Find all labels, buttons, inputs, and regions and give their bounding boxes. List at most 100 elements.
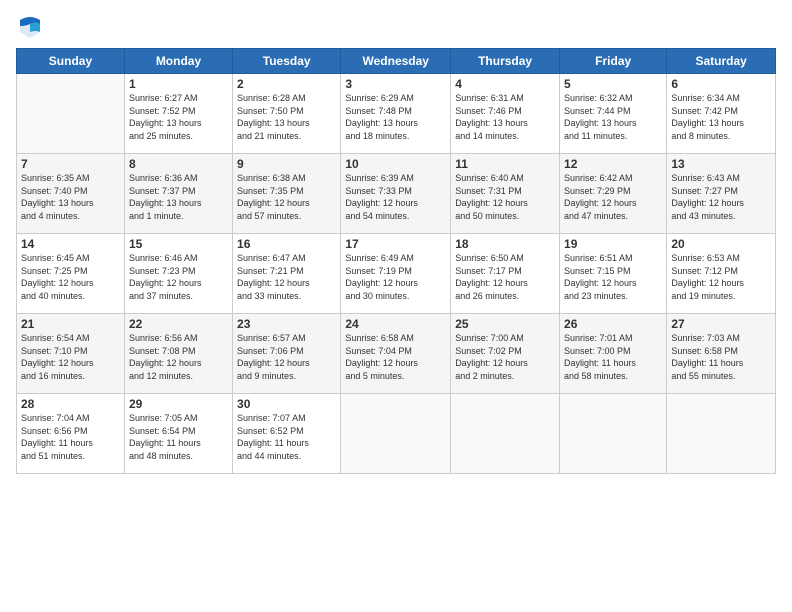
calendar-week-5: 28Sunrise: 7:04 AM Sunset: 6:56 PM Dayli… bbox=[17, 394, 776, 474]
calendar-week-2: 7Sunrise: 6:35 AM Sunset: 7:40 PM Daylig… bbox=[17, 154, 776, 234]
day-number: 20 bbox=[671, 237, 771, 251]
day-info: Sunrise: 6:42 AM Sunset: 7:29 PM Dayligh… bbox=[564, 172, 662, 222]
day-info: Sunrise: 7:03 AM Sunset: 6:58 PM Dayligh… bbox=[671, 332, 771, 382]
day-number: 27 bbox=[671, 317, 771, 331]
day-info: Sunrise: 6:47 AM Sunset: 7:21 PM Dayligh… bbox=[237, 252, 336, 302]
day-number: 8 bbox=[129, 157, 228, 171]
calendar-cell: 15Sunrise: 6:46 AM Sunset: 7:23 PM Dayli… bbox=[124, 234, 232, 314]
day-info: Sunrise: 6:32 AM Sunset: 7:44 PM Dayligh… bbox=[564, 92, 662, 142]
calendar-cell: 30Sunrise: 7:07 AM Sunset: 6:52 PM Dayli… bbox=[233, 394, 341, 474]
calendar-header-row: SundayMondayTuesdayWednesdayThursdayFrid… bbox=[17, 49, 776, 74]
day-number: 25 bbox=[455, 317, 555, 331]
day-header-tuesday: Tuesday bbox=[233, 49, 341, 74]
day-info: Sunrise: 6:45 AM Sunset: 7:25 PM Dayligh… bbox=[21, 252, 120, 302]
day-info: Sunrise: 6:54 AM Sunset: 7:10 PM Dayligh… bbox=[21, 332, 120, 382]
day-info: Sunrise: 6:35 AM Sunset: 7:40 PM Dayligh… bbox=[21, 172, 120, 222]
calendar-week-3: 14Sunrise: 6:45 AM Sunset: 7:25 PM Dayli… bbox=[17, 234, 776, 314]
day-info: Sunrise: 6:34 AM Sunset: 7:42 PM Dayligh… bbox=[671, 92, 771, 142]
day-info: Sunrise: 6:53 AM Sunset: 7:12 PM Dayligh… bbox=[671, 252, 771, 302]
day-number: 7 bbox=[21, 157, 120, 171]
day-info: Sunrise: 6:38 AM Sunset: 7:35 PM Dayligh… bbox=[237, 172, 336, 222]
logo-icon bbox=[16, 12, 44, 40]
calendar-cell: 11Sunrise: 6:40 AM Sunset: 7:31 PM Dayli… bbox=[451, 154, 560, 234]
calendar-week-1: 1Sunrise: 6:27 AM Sunset: 7:52 PM Daylig… bbox=[17, 74, 776, 154]
calendar-cell: 21Sunrise: 6:54 AM Sunset: 7:10 PM Dayli… bbox=[17, 314, 125, 394]
calendar-cell: 26Sunrise: 7:01 AM Sunset: 7:00 PM Dayli… bbox=[560, 314, 667, 394]
day-number: 15 bbox=[129, 237, 228, 251]
calendar-cell: 10Sunrise: 6:39 AM Sunset: 7:33 PM Dayli… bbox=[341, 154, 451, 234]
day-header-wednesday: Wednesday bbox=[341, 49, 451, 74]
calendar-cell: 13Sunrise: 6:43 AM Sunset: 7:27 PM Dayli… bbox=[667, 154, 776, 234]
calendar-cell bbox=[451, 394, 560, 474]
calendar-cell: 7Sunrise: 6:35 AM Sunset: 7:40 PM Daylig… bbox=[17, 154, 125, 234]
calendar-cell: 19Sunrise: 6:51 AM Sunset: 7:15 PM Dayli… bbox=[560, 234, 667, 314]
day-info: Sunrise: 6:39 AM Sunset: 7:33 PM Dayligh… bbox=[345, 172, 446, 222]
day-number: 5 bbox=[564, 77, 662, 91]
calendar-table: SundayMondayTuesdayWednesdayThursdayFrid… bbox=[16, 48, 776, 474]
day-number: 28 bbox=[21, 397, 120, 411]
day-number: 29 bbox=[129, 397, 228, 411]
calendar-cell: 14Sunrise: 6:45 AM Sunset: 7:25 PM Dayli… bbox=[17, 234, 125, 314]
calendar-cell: 12Sunrise: 6:42 AM Sunset: 7:29 PM Dayli… bbox=[560, 154, 667, 234]
calendar-cell: 5Sunrise: 6:32 AM Sunset: 7:44 PM Daylig… bbox=[560, 74, 667, 154]
day-number: 3 bbox=[345, 77, 446, 91]
day-number: 14 bbox=[21, 237, 120, 251]
day-info: Sunrise: 6:28 AM Sunset: 7:50 PM Dayligh… bbox=[237, 92, 336, 142]
day-number: 12 bbox=[564, 157, 662, 171]
day-number: 2 bbox=[237, 77, 336, 91]
day-number: 22 bbox=[129, 317, 228, 331]
calendar-cell bbox=[17, 74, 125, 154]
day-header-monday: Monday bbox=[124, 49, 232, 74]
day-info: Sunrise: 7:01 AM Sunset: 7:00 PM Dayligh… bbox=[564, 332, 662, 382]
calendar-cell: 17Sunrise: 6:49 AM Sunset: 7:19 PM Dayli… bbox=[341, 234, 451, 314]
day-info: Sunrise: 6:27 AM Sunset: 7:52 PM Dayligh… bbox=[129, 92, 228, 142]
calendar-cell: 28Sunrise: 7:04 AM Sunset: 6:56 PM Dayli… bbox=[17, 394, 125, 474]
day-number: 24 bbox=[345, 317, 446, 331]
day-number: 26 bbox=[564, 317, 662, 331]
day-info: Sunrise: 7:00 AM Sunset: 7:02 PM Dayligh… bbox=[455, 332, 555, 382]
day-info: Sunrise: 6:36 AM Sunset: 7:37 PM Dayligh… bbox=[129, 172, 228, 222]
day-info: Sunrise: 6:58 AM Sunset: 7:04 PM Dayligh… bbox=[345, 332, 446, 382]
day-info: Sunrise: 6:56 AM Sunset: 7:08 PM Dayligh… bbox=[129, 332, 228, 382]
page: SundayMondayTuesdayWednesdayThursdayFrid… bbox=[0, 0, 792, 612]
day-info: Sunrise: 6:31 AM Sunset: 7:46 PM Dayligh… bbox=[455, 92, 555, 142]
calendar-cell bbox=[560, 394, 667, 474]
day-info: Sunrise: 6:46 AM Sunset: 7:23 PM Dayligh… bbox=[129, 252, 228, 302]
day-info: Sunrise: 7:05 AM Sunset: 6:54 PM Dayligh… bbox=[129, 412, 228, 462]
header bbox=[16, 12, 776, 40]
calendar-cell: 27Sunrise: 7:03 AM Sunset: 6:58 PM Dayli… bbox=[667, 314, 776, 394]
day-number: 30 bbox=[237, 397, 336, 411]
calendar-cell: 22Sunrise: 6:56 AM Sunset: 7:08 PM Dayli… bbox=[124, 314, 232, 394]
calendar-cell: 6Sunrise: 6:34 AM Sunset: 7:42 PM Daylig… bbox=[667, 74, 776, 154]
day-info: Sunrise: 6:50 AM Sunset: 7:17 PM Dayligh… bbox=[455, 252, 555, 302]
calendar-cell: 8Sunrise: 6:36 AM Sunset: 7:37 PM Daylig… bbox=[124, 154, 232, 234]
calendar-cell: 3Sunrise: 6:29 AM Sunset: 7:48 PM Daylig… bbox=[341, 74, 451, 154]
day-number: 19 bbox=[564, 237, 662, 251]
day-number: 11 bbox=[455, 157, 555, 171]
day-number: 23 bbox=[237, 317, 336, 331]
day-info: Sunrise: 6:51 AM Sunset: 7:15 PM Dayligh… bbox=[564, 252, 662, 302]
calendar-cell: 16Sunrise: 6:47 AM Sunset: 7:21 PM Dayli… bbox=[233, 234, 341, 314]
day-info: Sunrise: 7:07 AM Sunset: 6:52 PM Dayligh… bbox=[237, 412, 336, 462]
day-number: 1 bbox=[129, 77, 228, 91]
calendar-cell: 4Sunrise: 6:31 AM Sunset: 7:46 PM Daylig… bbox=[451, 74, 560, 154]
calendar-cell bbox=[341, 394, 451, 474]
day-header-sunday: Sunday bbox=[17, 49, 125, 74]
calendar-cell: 20Sunrise: 6:53 AM Sunset: 7:12 PM Dayli… bbox=[667, 234, 776, 314]
day-info: Sunrise: 6:40 AM Sunset: 7:31 PM Dayligh… bbox=[455, 172, 555, 222]
calendar-cell: 2Sunrise: 6:28 AM Sunset: 7:50 PM Daylig… bbox=[233, 74, 341, 154]
day-number: 13 bbox=[671, 157, 771, 171]
calendar-cell: 25Sunrise: 7:00 AM Sunset: 7:02 PM Dayli… bbox=[451, 314, 560, 394]
day-header-saturday: Saturday bbox=[667, 49, 776, 74]
day-header-friday: Friday bbox=[560, 49, 667, 74]
calendar-cell: 1Sunrise: 6:27 AM Sunset: 7:52 PM Daylig… bbox=[124, 74, 232, 154]
calendar-cell bbox=[667, 394, 776, 474]
day-number: 21 bbox=[21, 317, 120, 331]
day-number: 6 bbox=[671, 77, 771, 91]
calendar-cell: 18Sunrise: 6:50 AM Sunset: 7:17 PM Dayli… bbox=[451, 234, 560, 314]
logo bbox=[16, 12, 48, 40]
day-number: 16 bbox=[237, 237, 336, 251]
calendar-cell: 9Sunrise: 6:38 AM Sunset: 7:35 PM Daylig… bbox=[233, 154, 341, 234]
day-number: 17 bbox=[345, 237, 446, 251]
day-number: 18 bbox=[455, 237, 555, 251]
